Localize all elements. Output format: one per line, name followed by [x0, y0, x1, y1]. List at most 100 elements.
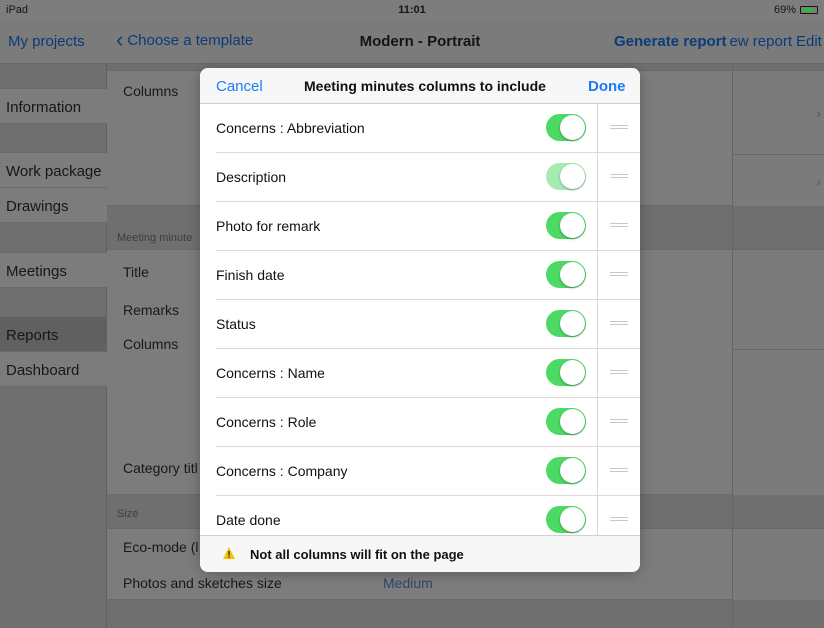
- toggle-knob: [560, 115, 585, 140]
- columns-dialog: Cancel Meeting minutes columns to includ…: [200, 68, 640, 572]
- list-item[interactable]: Concerns : Company: [200, 447, 640, 496]
- divider: [597, 104, 598, 153]
- sidebar-item-drawings[interactable]: Drawings: [0, 187, 107, 223]
- divider: [597, 447, 598, 496]
- right-pane: › ›: [732, 64, 824, 628]
- cancel-button[interactable]: Cancel: [216, 78, 263, 95]
- divider: [597, 349, 598, 398]
- dialog-header: Cancel Meeting minutes columns to includ…: [200, 68, 640, 104]
- drag-handle-icon[interactable]: [610, 174, 628, 180]
- column-label: Date done: [216, 512, 281, 528]
- edit-button[interactable]: Edit: [796, 33, 822, 50]
- list-item[interactable]: Date done: [200, 496, 640, 535]
- column-label: Photo for remark: [216, 218, 321, 234]
- toggle-knob: [560, 213, 585, 238]
- right-pane-row: [733, 249, 824, 349]
- back-button-label: Choose a template: [127, 31, 254, 49]
- battery-icon: [800, 6, 818, 14]
- toggle-knob: [560, 409, 585, 434]
- list-item[interactable]: Finish date: [200, 251, 640, 300]
- toggle-knob: [560, 262, 585, 287]
- columns-label[interactable]: Columns: [123, 336, 178, 352]
- sidebar-item-meetings[interactable]: Meetings: [0, 252, 107, 288]
- drag-handle-icon[interactable]: [610, 370, 628, 376]
- dialog-title: Meeting minutes columns to include: [304, 78, 546, 94]
- sidebar-item-information[interactable]: Information: [0, 88, 107, 124]
- right-pane-row[interactable]: ›: [733, 70, 824, 154]
- dialog-footer: Not all columns will fit on the page: [200, 535, 640, 572]
- drag-handle-icon[interactable]: [610, 272, 628, 278]
- eco-mode-label[interactable]: Eco-mode (l: [123, 539, 198, 555]
- columns-top-label: Columns: [123, 83, 179, 99]
- include-toggle: [546, 163, 586, 190]
- right-pane-row: [733, 528, 824, 600]
- toggle-knob: [560, 360, 585, 385]
- category-title-label[interactable]: Category titl: [123, 460, 198, 476]
- column-label: Status: [216, 316, 256, 332]
- divider: [597, 251, 598, 300]
- toggle-knob: [560, 507, 585, 532]
- list-item[interactable]: Concerns : Role: [200, 398, 640, 447]
- divider: [597, 398, 598, 447]
- battery-percent: 69%: [773, 4, 796, 16]
- navigation-bar: My projects ‹ Choose a template Modern -…: [0, 20, 824, 64]
- photos-size-value[interactable]: Medium: [383, 575, 433, 591]
- include-toggle[interactable]: [546, 114, 586, 141]
- divider: [597, 300, 598, 349]
- list-item[interactable]: Status: [200, 300, 640, 349]
- include-toggle[interactable]: [546, 408, 586, 435]
- toggle-knob: [560, 458, 585, 483]
- include-toggle[interactable]: [546, 212, 586, 239]
- column-label: Description: [216, 169, 287, 185]
- sidebar-item-work-package[interactable]: Work package: [0, 152, 107, 188]
- list-item[interactable]: Photo for remark: [200, 202, 640, 251]
- include-toggle[interactable]: [546, 261, 586, 288]
- toggle-knob: [560, 311, 585, 336]
- status-bar: iPad 11:01 69%: [0, 0, 824, 20]
- done-button[interactable]: Done: [588, 78, 626, 95]
- sidebar-item-dashboard[interactable]: Dashboard: [0, 351, 107, 387]
- warning-message: Not all columns will fit on the page: [250, 547, 464, 562]
- generate-report-button[interactable]: Generate report: [614, 33, 727, 50]
- drag-handle-icon[interactable]: [610, 223, 628, 229]
- sidebar: Information Work package Drawings Meetin…: [0, 64, 107, 628]
- chevron-right-icon: ›: [816, 105, 821, 121]
- back-button[interactable]: ‹ Choose a template: [116, 27, 254, 52]
- column-label: Concerns : Name: [216, 365, 325, 381]
- include-toggle[interactable]: [546, 457, 586, 484]
- include-toggle[interactable]: [546, 359, 586, 386]
- column-label: Concerns : Company: [216, 463, 348, 479]
- divider: [597, 496, 598, 535]
- drag-handle-icon[interactable]: [610, 125, 628, 131]
- title-label[interactable]: Title: [123, 264, 149, 280]
- remarks-label[interactable]: Remarks: [123, 302, 179, 318]
- clock: 11:01: [398, 4, 426, 16]
- divider: [597, 153, 598, 202]
- right-pane-row: [733, 349, 824, 495]
- battery-indicator: 69%: [774, 4, 818, 16]
- column-label: Concerns : Role: [216, 414, 317, 430]
- photos-size-label[interactable]: Photos and sketches size: [123, 575, 282, 591]
- chevron-right-icon: ›: [816, 173, 821, 189]
- drag-handle-icon[interactable]: [610, 468, 628, 474]
- column-label: Concerns : Abbreviation: [216, 120, 365, 136]
- page-title: Modern - Portrait: [359, 33, 481, 50]
- list-item[interactable]: Concerns : Name: [200, 349, 640, 398]
- divider: [597, 202, 598, 251]
- new-report-button[interactable]: ew report: [720, 33, 792, 50]
- include-toggle[interactable]: [546, 310, 586, 337]
- include-toggle[interactable]: [546, 506, 586, 533]
- section-size: Size: [117, 508, 139, 520]
- column-list[interactable]: Concerns : Abbreviation Description Phot…: [200, 104, 640, 535]
- drag-handle-icon[interactable]: [610, 419, 628, 425]
- column-label: Finish date: [216, 267, 285, 283]
- my-projects-button[interactable]: My projects: [8, 33, 85, 50]
- drag-handle-icon[interactable]: [610, 321, 628, 327]
- drag-handle-icon[interactable]: [610, 517, 628, 523]
- list-item[interactable]: Description: [200, 153, 640, 202]
- section-meeting-minutes: Meeting minute: [117, 232, 193, 244]
- right-pane-row[interactable]: ›: [733, 154, 824, 206]
- sidebar-item-reports[interactable]: Reports: [0, 316, 107, 352]
- list-item[interactable]: Concerns : Abbreviation: [200, 104, 640, 153]
- chevron-left-icon: ‹: [116, 27, 124, 52]
